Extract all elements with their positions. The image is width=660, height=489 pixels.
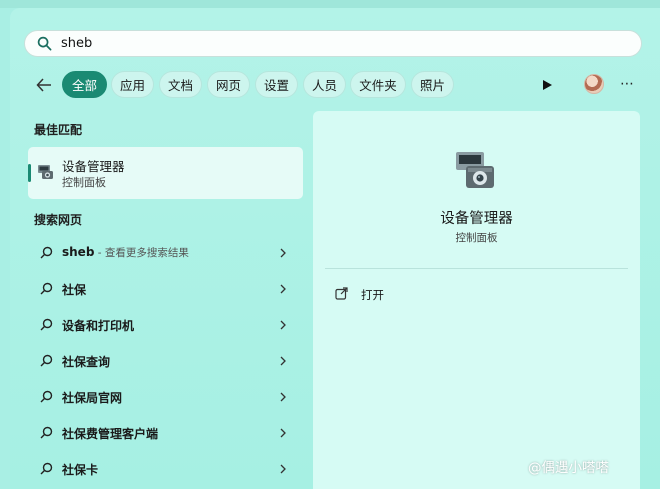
search-icon <box>40 462 53 475</box>
web-result-item[interactable]: 社保费管理客户端 <box>28 416 303 450</box>
chevron-right-icon <box>280 248 286 258</box>
device-manager-icon <box>38 165 53 179</box>
best-match-heading: 最佳匹配 <box>34 123 83 137</box>
best-match-subtitle: 控制面板 <box>62 176 106 189</box>
web-result-label: 设备和打印机 <box>62 319 135 333</box>
search-input[interactable] <box>61 36 601 51</box>
filter-chip-photos[interactable]: 照片 <box>411 71 454 98</box>
web-result-label: 社保费管理客户端 <box>62 427 159 441</box>
filter-chip-apps[interactable]: 应用 <box>111 71 154 98</box>
web-result-item[interactable]: 社保查询 <box>28 344 303 378</box>
filter-chip-web[interactable]: 网页 <box>207 71 250 98</box>
search-icon <box>37 36 52 51</box>
filter-chip-all[interactable]: 全部 <box>62 71 107 98</box>
web-result-item[interactable]: 社保 <box>28 272 303 306</box>
search-icon <box>40 246 53 259</box>
search-icon <box>40 390 53 403</box>
chevron-right-icon <box>280 356 286 366</box>
open-action[interactable]: 打开 <box>333 283 483 305</box>
search-icon <box>40 354 53 367</box>
detail-subtitle: 控制面板 <box>455 232 498 244</box>
selection-indicator <box>28 164 31 182</box>
more-options-icon[interactable]: ⋯ <box>618 76 636 94</box>
chevron-right-icon <box>280 464 286 474</box>
search-icon <box>40 282 53 295</box>
divider <box>325 268 628 269</box>
detail-pane: 设备管理器 控制面板 打开 <box>313 111 640 489</box>
web-result-label: sheb <box>62 245 95 259</box>
detail-title: 设备管理器 <box>440 211 513 227</box>
play-icon[interactable] <box>540 78 554 92</box>
open-external-icon <box>335 287 348 300</box>
filter-chip-folders[interactable]: 文件夹 <box>350 71 406 98</box>
filter-chip-settings[interactable]: 设置 <box>255 71 298 98</box>
best-match-title: 设备管理器 <box>62 159 125 174</box>
open-label: 打开 <box>361 288 384 302</box>
back-arrow-icon[interactable] <box>34 75 54 95</box>
web-result-label: 社保卡 <box>62 463 99 477</box>
web-result-item[interactable]: 社保局官网 <box>28 380 303 414</box>
web-result-hint: - 查看更多搜索结果 <box>94 247 189 259</box>
web-result-label: 社保 <box>62 283 87 297</box>
search-box[interactable] <box>24 30 642 57</box>
web-result-label: 社保局官网 <box>62 391 123 405</box>
watermark: @偶遇小嗒嗒 <box>528 460 609 476</box>
search-icon <box>40 318 53 331</box>
web-result-label: 社保查询 <box>62 355 111 369</box>
chevron-right-icon <box>280 320 286 330</box>
avatar[interactable] <box>584 74 604 94</box>
search-icon <box>40 426 53 439</box>
device-manager-icon <box>456 152 494 188</box>
web-result-item[interactable]: sheb - 查看更多搜索结果 <box>28 236 303 270</box>
chevron-right-icon <box>280 392 286 402</box>
filter-chip-documents[interactable]: 文档 <box>159 71 202 98</box>
chevron-right-icon <box>280 284 286 294</box>
filter-chip-people[interactable]: 人员 <box>303 71 346 98</box>
web-search-heading: 搜索网页 <box>34 213 83 227</box>
best-match-result[interactable]: 设备管理器 控制面板 <box>28 147 303 199</box>
taskbar-strip <box>0 0 660 8</box>
chevron-right-icon <box>280 428 286 438</box>
web-result-item[interactable]: 社保卡 <box>28 452 303 486</box>
filter-bar: 全部 应用 文档 网页 设置 人员 文件夹 照片 ⋯ <box>28 71 646 99</box>
web-result-item[interactable]: 设备和打印机 <box>28 308 303 342</box>
